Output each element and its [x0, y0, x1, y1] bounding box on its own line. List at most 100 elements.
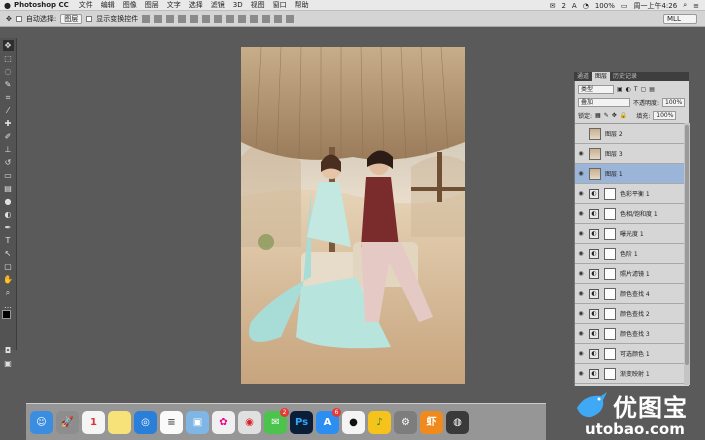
- dock-weibo-icon[interactable]: ◉: [238, 410, 261, 434]
- path-select-tool-icon[interactable]: ↖: [3, 248, 14, 259]
- blend-mode-dropdown[interactable]: 叠加: [578, 97, 630, 107]
- filter-adjust-icon[interactable]: ◐: [626, 86, 631, 93]
- align-top-icon[interactable]: [142, 14, 151, 23]
- dock-reminders-icon[interactable]: ≡: [160, 410, 183, 434]
- menu-window[interactable]: 窗口: [273, 0, 287, 10]
- visibility-eye-icon[interactable]: ◉: [575, 310, 587, 317]
- layer-mask-thumbnail[interactable]: [604, 267, 616, 280]
- layer-thumbnail[interactable]: [589, 147, 601, 160]
- lock-pixels-icon[interactable]: ▦: [595, 112, 601, 119]
- dock-wechat-icon[interactable]: ✉ 2: [264, 407, 289, 434]
- visibility-eye-icon[interactable]: ◉: [575, 270, 587, 277]
- align-bottom-icon[interactable]: [166, 14, 175, 23]
- layer-mask-thumbnail[interactable]: [604, 307, 616, 320]
- layer-name[interactable]: 照片滤镜 1: [620, 269, 650, 278]
- align-center-icon[interactable]: [190, 14, 199, 23]
- layer-mask-thumbnail[interactable]: [604, 327, 616, 340]
- adjustment-layer-icon[interactable]: ◐: [589, 248, 599, 259]
- menu-type[interactable]: 文字: [167, 0, 181, 10]
- menu-layer[interactable]: 图层: [145, 0, 159, 10]
- marquee-tool-icon[interactable]: ⬚: [3, 53, 14, 64]
- opacity-input[interactable]: 100%: [662, 97, 686, 107]
- dock-photoshop-icon[interactable]: Ps: [290, 410, 313, 434]
- document-canvas[interactable]: [241, 47, 465, 384]
- menu-file[interactable]: 文件: [79, 0, 93, 10]
- auto-select-dropdown[interactable]: 图层: [60, 13, 83, 24]
- layer-mask-thumbnail[interactable]: [604, 347, 616, 360]
- layer-mask-thumbnail[interactable]: [604, 187, 616, 200]
- crop-tool-icon[interactable]: ⌗: [3, 92, 14, 103]
- layer-row[interactable]: ◉ ◐ 颜色查找 4: [575, 284, 684, 304]
- layer-name[interactable]: 色相/饱和度 1: [620, 209, 658, 218]
- clock[interactable]: 周一上午4:26: [633, 1, 677, 11]
- menu-3d[interactable]: 3D: [233, 1, 243, 9]
- layer-name[interactable]: 图层 2: [605, 129, 623, 138]
- move-tool-icon[interactable]: ✥: [2, 40, 14, 51]
- layer-row[interactable]: ◉ 图层 3: [575, 144, 684, 164]
- visibility-eye-icon[interactable]: ◉: [575, 370, 587, 377]
- layer-name[interactable]: 渐变映射 1: [620, 369, 650, 378]
- lock-all-icon[interactable]: 🔒: [620, 112, 627, 119]
- lock-move-icon[interactable]: ✥: [612, 112, 617, 119]
- adjustment-layer-icon[interactable]: ◐: [589, 228, 599, 239]
- layer-row[interactable]: ◉ ◐ 颜色查找 2: [575, 304, 684, 324]
- align-middle-icon[interactable]: [154, 14, 163, 23]
- adjustment-layer-icon[interactable]: ◐: [589, 208, 599, 219]
- layer-row[interactable]: ◉ 图层 1: [575, 164, 684, 184]
- menu-filter[interactable]: 滤镜: [211, 0, 225, 10]
- lock-paint-icon[interactable]: ✎: [604, 112, 609, 119]
- filter-pixel-icon[interactable]: ▣: [617, 86, 623, 93]
- quick-select-tool-icon[interactable]: ✎: [3, 79, 14, 90]
- eyedropper-tool-icon[interactable]: ⁄: [3, 105, 14, 116]
- dock-xiami-icon[interactable]: 虾: [420, 410, 443, 434]
- layer-row[interactable]: 图层 2: [575, 124, 684, 144]
- distribute-center-icon[interactable]: [262, 14, 271, 23]
- notification-icon[interactable]: ≡: [693, 2, 699, 10]
- layer-name[interactable]: 图层 3: [605, 149, 623, 158]
- layer-name[interactable]: 色阶 1: [620, 249, 638, 258]
- dock-safari-icon[interactable]: ◎: [134, 410, 157, 434]
- adjustment-layer-icon[interactable]: ◐: [589, 308, 599, 319]
- quick-mask-icon[interactable]: ◘: [3, 345, 14, 356]
- layer-row[interactable]: ◉ ◐ 曝光度 1: [575, 224, 684, 244]
- visibility-eye-icon[interactable]: ◉: [575, 250, 587, 257]
- hand-tool-icon[interactable]: ✋: [3, 274, 14, 285]
- filter-type-icon[interactable]: T: [634, 86, 638, 93]
- pen-tool-icon[interactable]: ✒: [3, 222, 14, 233]
- zoom-tool-icon[interactable]: ⌕: [3, 287, 14, 298]
- visibility-eye-icon[interactable]: ◉: [575, 230, 587, 237]
- visibility-eye-icon[interactable]: ◉: [575, 150, 587, 157]
- filter-smart-icon[interactable]: ▤: [649, 86, 655, 93]
- wechat-status-icon[interactable]: ✉: [550, 2, 556, 10]
- workspace-dropdown[interactable]: MLL: [663, 14, 697, 24]
- show-transform-checkbox[interactable]: [86, 15, 93, 22]
- dodge-tool-icon[interactable]: ◐: [3, 209, 14, 220]
- dock-launchpad-icon[interactable]: 🚀: [56, 410, 79, 434]
- adjustment-layer-icon[interactable]: ◐: [589, 328, 599, 339]
- align-right-icon[interactable]: [202, 14, 211, 23]
- foreground-color-swatch[interactable]: [2, 310, 11, 319]
- filter-type-dropdown[interactable]: 类型: [578, 84, 614, 94]
- layer-mask-thumbnail[interactable]: [604, 287, 616, 300]
- 3d-mode-icon[interactable]: [286, 14, 295, 23]
- battery-icon[interactable]: ▭: [621, 2, 628, 10]
- fill-input[interactable]: 100%: [653, 110, 677, 120]
- adjustment-layer-icon[interactable]: ◐: [589, 188, 599, 199]
- adjustment-layer-icon[interactable]: ◐: [589, 288, 599, 299]
- layer-mask-thumbnail[interactable]: [604, 367, 616, 380]
- visibility-eye-icon[interactable]: ◉: [575, 210, 587, 217]
- dock-preview-icon[interactable]: ▣: [186, 410, 209, 434]
- history-brush-tool-icon[interactable]: ↺: [3, 157, 14, 168]
- dock-preferences-icon[interactable]: ⚙: [394, 410, 417, 434]
- search-icon[interactable]: ⌕: [683, 1, 687, 10]
- distribute-middle-icon[interactable]: [226, 14, 235, 23]
- layer-name[interactable]: 图层 1: [605, 169, 623, 178]
- menu-image[interactable]: 图像: [123, 0, 137, 10]
- layer-row[interactable]: ◉ ◐ 色彩平衡 1: [575, 184, 684, 204]
- adobe-icon[interactable]: A: [572, 2, 577, 10]
- app-menu[interactable]: Photoshop CC: [14, 1, 69, 9]
- layers-scrollbar[interactable]: [684, 123, 690, 385]
- type-tool-icon[interactable]: T: [3, 235, 14, 246]
- brush-tool-icon[interactable]: ✐: [3, 131, 14, 142]
- layers-list[interactable]: 图层 2 ◉ 图层 3 ◉ 图层 1 ◉ ◐ 色彩平衡 1 ◉ ◐ 色相/饱和度 1 ◉ ◐ 曝光度 1 ◉…: [575, 123, 684, 385]
